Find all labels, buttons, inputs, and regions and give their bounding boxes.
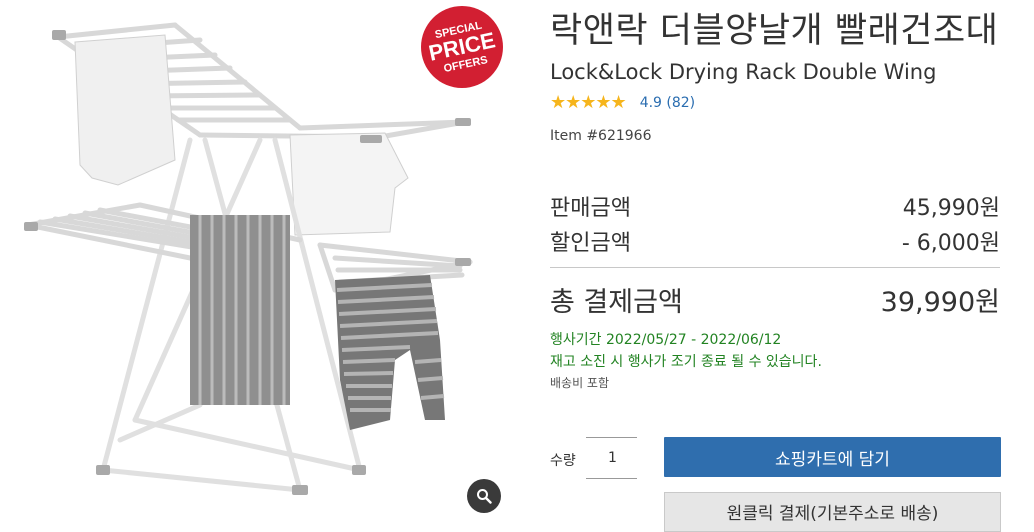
total-price-label: 총 결제금액 [550, 287, 683, 318]
promotion-period: 행사기간 2022/05/27 - 2022/06/12 [550, 332, 782, 348]
quantity-input[interactable]: 1 [586, 437, 637, 479]
one-click-checkout-button[interactable]: 원클릭 결제(기본주소로 배송) [664, 492, 1001, 532]
promotion-info: 행사기간 2022/05/27 - 2022/06/12 재고 소진 시 행사가… [550, 329, 822, 373]
sale-price-label: 판매금액 [550, 196, 631, 221]
discount-value: - 6,000원 [901, 231, 1000, 256]
zoom-button[interactable] [467, 479, 501, 513]
rating-stars: ★★★★★ [550, 92, 627, 113]
product-image: SPECIAL PRICE OFFERS [24, 6, 503, 495]
product-title-korean: 락앤락 더블양날개 빨래건조대 [550, 11, 999, 51]
sale-price-row: 판매금액 45,990원 [550, 190, 1000, 222]
sale-price-value: 45,990원 [902, 196, 1000, 221]
product-image-gallery: SPECIAL PRICE OFFERS [0, 0, 515, 520]
total-price-value: 39,990원 [880, 287, 1000, 318]
discount-label: 할인금액 [550, 231, 631, 256]
promotion-notice: 재고 소진 시 행사가 조기 종료 될 수 있습니다. [550, 354, 822, 370]
add-to-cart-button[interactable]: 쇼핑카트에 담기 [664, 437, 1001, 477]
rating-score-link[interactable]: 4.9 (82) [640, 94, 695, 112]
magnifier-icon [477, 489, 492, 504]
discount-row: 할인금액 - 6,000원 [550, 225, 1000, 257]
total-price-row: 총 결제금액 39,990원 [550, 280, 1000, 319]
price-divider [550, 267, 1000, 268]
product-title-english: Lock&Lock Drying Rack Double Wing [550, 60, 937, 84]
item-number: Item #621966 [550, 128, 652, 144]
quantity-label: 수량 [550, 453, 576, 469]
shipping-note: 배송비 포함 [550, 376, 610, 390]
product-rating[interactable]: ★★★★★ 4.9 (82) [550, 94, 695, 112]
